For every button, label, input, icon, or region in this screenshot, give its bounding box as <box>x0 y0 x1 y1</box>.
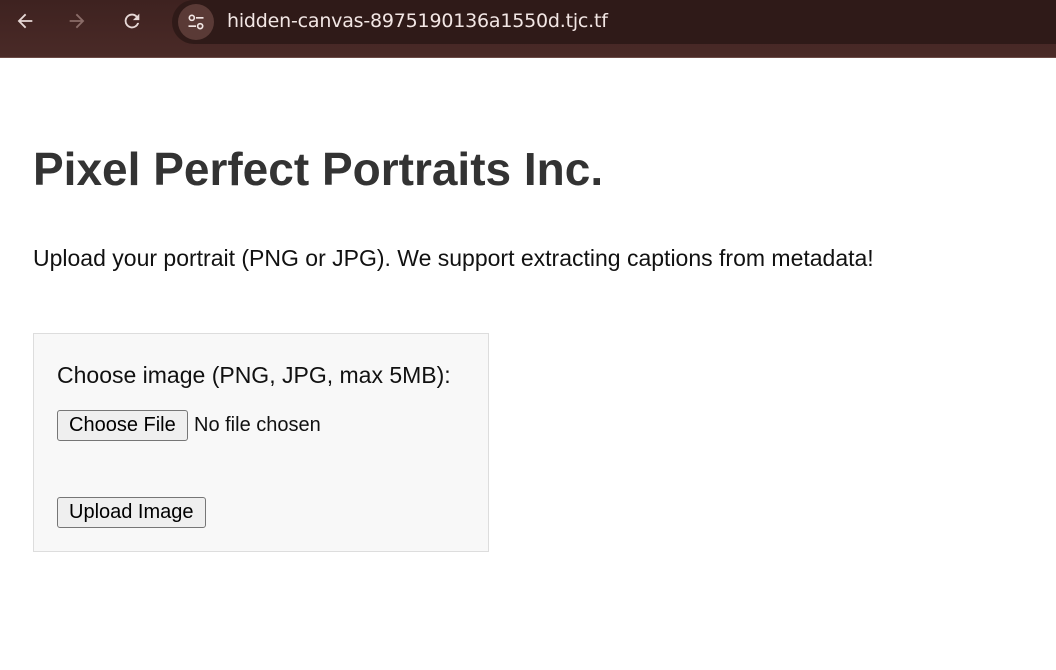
site-info-button[interactable] <box>178 4 214 40</box>
image-field-label: Choose image (PNG, JPG, max 5MB): <box>57 362 451 388</box>
arrow-right-icon <box>69 13 85 29</box>
back-button[interactable] <box>10 6 40 36</box>
page-description: Upload your portrait (PNG or JPG). We su… <box>33 245 874 271</box>
upload-form: Choose image (PNG, JPG, max 5MB): Choose… <box>33 333 489 552</box>
tune-icon <box>188 14 204 30</box>
page-content: Pixel Perfect Portraits Inc. Upload your… <box>0 58 1056 670</box>
reload-icon <box>124 13 140 29</box>
arrow-left-icon <box>17 13 33 29</box>
address-bar[interactable]: hidden-canvas-8975190136a1550d.tjc.tf <box>172 0 1056 44</box>
reload-button[interactable] <box>117 6 147 36</box>
upload-image-button[interactable]: Upload Image <box>57 497 206 528</box>
url-text[interactable]: hidden-canvas-8975190136a1550d.tjc.tf <box>227 10 608 32</box>
file-status-text: No file chosen <box>194 414 321 436</box>
choose-file-button[interactable]: Choose File <box>57 410 188 441</box>
forward-button[interactable] <box>62 6 92 36</box>
browser-toolbar: hidden-canvas-8975190136a1550d.tjc.tf <box>0 0 1056 58</box>
page-title: Pixel Perfect Portraits Inc. <box>33 143 604 195</box>
